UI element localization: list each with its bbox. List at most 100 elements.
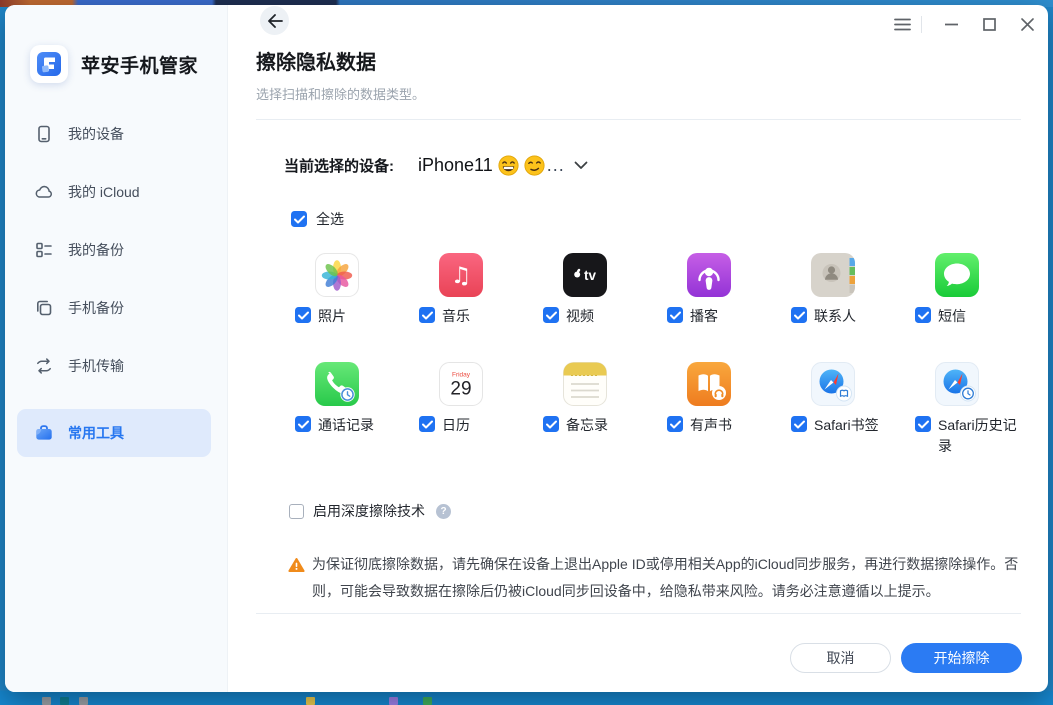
warning-text: 为保证彻底擦除数据，请先确保在设备上退出Apple ID或停用相关App的iCl…: [312, 551, 1020, 605]
data-type-photos: 照片: [288, 253, 412, 326]
sidebar: 苹安手机管家 我的设备我的 iCloud 我的备份手机备份手机传输常用工具: [5, 5, 228, 692]
sidebar-item-phone-backup[interactable]: 手机备份: [17, 284, 211, 332]
calendar-app-icon: Friday29: [439, 362, 483, 406]
device-selector[interactable]: iPhone11 ...: [418, 155, 588, 176]
data-type-contacts: 联系人: [784, 253, 908, 326]
device-row: 当前选择的设备: iPhone11 ...: [284, 155, 588, 176]
desktop-icon: [79, 697, 88, 705]
select-all-label: 全选: [316, 209, 344, 229]
data-type-label: 日历: [442, 415, 470, 435]
svg-text:29: 29: [450, 379, 471, 400]
data-type-call-history: 通话记录: [288, 362, 412, 456]
svg-text:tv: tv: [584, 268, 596, 283]
safari-history-app-icon: [935, 362, 979, 406]
copy-icon: [34, 298, 54, 318]
data-type-label: 音乐: [442, 306, 470, 326]
data-type-label: Safari书签: [814, 415, 879, 435]
transfer-arrows-icon: [34, 356, 54, 376]
sidebar-item-common-tools[interactable]: 常用工具: [17, 409, 211, 457]
warning-triangle-icon: [288, 557, 305, 573]
data-type-messages: 短信: [908, 253, 1032, 326]
audiobooks-app-icon: [687, 362, 731, 406]
checkbox-audiobooks[interactable]: [667, 416, 683, 432]
desktop-icon: [423, 697, 432, 705]
data-type-label: 照片: [318, 306, 346, 326]
data-type-safari-bookmarks: Safari书签: [784, 362, 908, 456]
app-logo-icon: [30, 45, 68, 83]
app-window: 苹安手机管家 我的设备我的 iCloud 我的备份手机备份手机传输常用工具 擦除隐…: [5, 5, 1048, 692]
data-type-music: ♫ 音乐: [412, 253, 536, 326]
data-type-grid: 照片 ♫ 音乐 tv 视频 播客 联系人 短信通话记录 Friday29 日历 备忘录 有声书 Safa…: [288, 253, 1032, 456]
desktop-icon: [389, 697, 398, 705]
music-app-icon: ♫: [439, 253, 483, 297]
data-type-label: 视频: [566, 306, 594, 326]
checkbox-safari-history[interactable]: [915, 416, 931, 432]
messages-app-icon: [935, 253, 979, 297]
sidebar-item-my-devices[interactable]: 我的设备: [17, 110, 211, 158]
cancel-button[interactable]: 取消: [790, 643, 891, 673]
device-name: iPhone11: [418, 155, 493, 176]
data-type-audiobooks: 有声书: [660, 362, 784, 456]
toolbox-icon: [34, 423, 54, 443]
notes-app-icon: [563, 362, 607, 406]
checkbox-safari-bookmarks[interactable]: [791, 416, 807, 432]
phone-icon: [34, 124, 54, 144]
checkbox-notes[interactable]: [543, 416, 559, 432]
checkbox-call-history[interactable]: [295, 416, 311, 432]
checkbox-messages[interactable]: [915, 307, 931, 323]
data-type-label: Safari历史记录: [938, 415, 1030, 456]
checkbox-contacts[interactable]: [791, 307, 807, 323]
chevron-down-icon: [574, 161, 588, 170]
divider: [256, 613, 1021, 614]
checkbox-podcasts[interactable]: [667, 307, 683, 323]
checkbox-photos[interactable]: [295, 307, 311, 323]
cloud-icon: [34, 182, 54, 202]
backup-list-icon: [34, 240, 54, 260]
podcasts-app-icon: [687, 253, 731, 297]
smirking-face-emoji: [524, 155, 545, 176]
apple-tv-app-icon: tv: [563, 253, 607, 297]
desktop-background-bottom: [0, 691, 1053, 705]
select-all-checkbox[interactable]: [291, 211, 307, 227]
deep-erase-row: 启用深度擦除技术 ?: [289, 501, 451, 521]
data-type-notes: 备忘录: [536, 362, 660, 456]
sidebar-item-phone-transfer[interactable]: 手机传输: [17, 342, 211, 390]
help-icon[interactable]: ?: [436, 504, 451, 519]
device-row-label: 当前选择的设备:: [284, 155, 394, 176]
safari-bookmarks-app-icon: [811, 362, 855, 406]
desktop-icon: [306, 697, 315, 705]
deep-erase-checkbox[interactable]: [289, 504, 304, 519]
footer-buttons: 取消 开始擦除: [790, 643, 1022, 673]
call-history-app-icon: [315, 362, 359, 406]
data-type-safari-history: Safari历史记录: [908, 362, 1032, 456]
data-type-label: 备忘录: [566, 415, 608, 435]
checkbox-videos[interactable]: [543, 307, 559, 323]
sidebar-item-my-icloud[interactable]: 我的 iCloud: [17, 168, 211, 216]
data-type-videos: tv 视频: [536, 253, 660, 326]
checkbox-calendar[interactable]: [419, 416, 435, 432]
desktop-icon: [60, 697, 69, 705]
sidebar-item-my-backups[interactable]: 我的备份: [17, 226, 211, 274]
device-name-ellipsis: ...: [547, 155, 565, 176]
data-type-calendar: Friday29 日历: [412, 362, 536, 456]
data-type-label: 联系人: [814, 306, 856, 326]
data-type-podcasts: 播客: [660, 253, 784, 326]
desktop-icon: [42, 697, 51, 705]
main-content: 擦除隐私数据 选择扫描和擦除的数据类型。 当前选择的设备: iPhone11: [227, 5, 1048, 692]
grinning-face-emoji: [498, 155, 519, 176]
data-type-label: 短信: [938, 306, 966, 326]
contacts-app-icon: [811, 253, 855, 297]
divider: [256, 119, 1021, 120]
page-title: 擦除隐私数据: [256, 46, 376, 75]
svg-text:♫: ♫: [451, 263, 472, 289]
checkbox-music[interactable]: [419, 307, 435, 323]
data-type-label: 播客: [690, 306, 718, 326]
start-erase-button[interactable]: 开始擦除: [901, 643, 1022, 673]
photos-app-icon: [315, 253, 359, 297]
select-all-row: 全选: [291, 209, 344, 229]
app-name: 苹安手机管家: [81, 51, 198, 78]
app-brand: 苹安手机管家: [30, 45, 198, 83]
page-subtitle: 选择扫描和擦除的数据类型。: [256, 84, 425, 103]
warning-row: 为保证彻底擦除数据，请先确保在设备上退出Apple ID或停用相关App的iCl…: [288, 551, 1020, 605]
svg-text:Friday: Friday: [452, 372, 471, 379]
